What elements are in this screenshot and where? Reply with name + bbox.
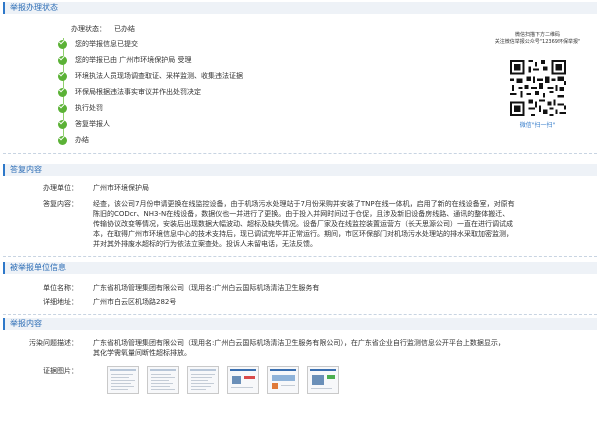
address-value: 广州市白云区机场路282号 [93,298,177,306]
timeline-step: 您的举报已由 广州市环境保护局 受理 [58,55,358,66]
timeline-step: 环保局根据违法事实审议并作出处罚决定 [58,87,358,98]
evidence-thumbnail[interactable] [267,366,299,394]
reply-line: 并对其外排废水超标的行为依法立案查处。投诉人未留电话，无法反馈。 [93,240,317,248]
divider [3,153,597,154]
reply-line: 本，在取得广州市环境信息中心的技术支持后，现已调试完毕并正常运行。期间，市区环保… [93,230,513,238]
issue-label: 污染问题描述： [29,339,78,347]
address-label: 详细地址： [43,298,78,306]
check-icon [58,88,67,97]
evidence-thumbnail[interactable] [307,366,339,394]
section-title: 答复内容 [10,165,42,174]
unit-name-value: 广东省机场管理集团有限公司（现用名:广州白云国际机场清洁卫生服务有 [93,284,320,292]
timeline-step-text: 办结 [75,136,89,144]
section-title: 举报办理状态 [10,3,58,12]
qr-footer: 微信"扫一扫" [519,122,556,129]
handler-value: 广州市环境保护局 [93,184,149,192]
evidence-thumbnail[interactable] [227,366,259,394]
timeline-step-text: 您的举报已由 广州市环境保护局 受理 [75,56,192,64]
issue-content: 广东省机场管理集团有限公司（现用名:广州白云国际机场清洁卫生服务有限公司），在广… [93,338,573,358]
reply-content: 经查，该公司7月份申请更换在线监控设备，由于机场污水处理站于7月份采购并安装了T… [93,199,573,249]
evidence-thumbnail[interactable] [187,366,219,394]
evidence-thumbnail[interactable] [147,366,179,394]
section-header-status: 举报办理状态 [3,2,597,14]
reply-line: 经查，该公司7月份申请更换在线监控设备，由于机场污水处理站于7月份采购并安装了T… [93,200,515,208]
timeline-step-text: 执行处罚 [75,104,103,112]
timeline-step: 执行处罚 [58,103,358,114]
reply-label: 答复内容： [43,200,78,208]
evidence-thumbnail[interactable] [107,366,139,394]
reply-line: 传输协议改变等情况，安装后出现数据大幅波动、超标及缺失情况。设备厂家及在线监控装… [93,220,513,228]
handler-label: 办理单位： [43,184,78,192]
issue-line: 其化学需氧量间断性超标排放。 [93,349,191,357]
timeline-step: 您的举报信息已提交 [58,39,358,50]
reply-line: 陈旧的CODcr、NH3-N在线设备，数据仪也一并进行了更换。由于投入并网时间过… [93,210,510,218]
timeline-step-text: 环保局根据违法事实审议并作出处罚决定 [75,88,201,96]
section-header-unit: 被举报单位信息 [3,262,597,274]
section-title: 举报内容 [10,319,42,328]
unit-name-label: 单位名称： [43,284,78,292]
timeline-step: 办结 [58,135,358,146]
status-label: 办理状态： [71,25,106,33]
check-icon [58,56,67,65]
divider [3,314,597,315]
timeline-step-text: 答复举报人 [75,120,110,128]
timeline-step-text: 环境执法人员现场调查取证、采样监测、收集违法证据 [75,72,243,80]
evidence-label: 证据图片： [43,367,78,375]
timeline-step-text: 您的举报信息已提交 [75,40,138,48]
check-icon [58,136,67,145]
qr-code[interactable] [508,58,568,118]
check-icon [58,104,67,113]
timeline-step: 答复举报人 [58,119,358,130]
timeline-step: 环境执法人员现场调查取证、采样监测、收集违法证据 [58,71,358,82]
check-icon [58,40,67,49]
status-value: 已办结 [114,25,135,33]
issue-line: 广东省机场管理集团有限公司（现用名:广州白云国际机场清洁卫生服务有限公司），在广… [93,339,505,347]
qr-caption: 微信扫描下方二维码 关注微信举报公众号"12369环保举报" [494,32,581,45]
divider [3,256,597,257]
check-icon [58,72,67,81]
check-icon [58,120,67,129]
section-header-content: 举报内容 [3,318,597,330]
section-title: 被举报单位信息 [10,263,66,272]
section-header-reply: 答复内容 [3,164,597,176]
